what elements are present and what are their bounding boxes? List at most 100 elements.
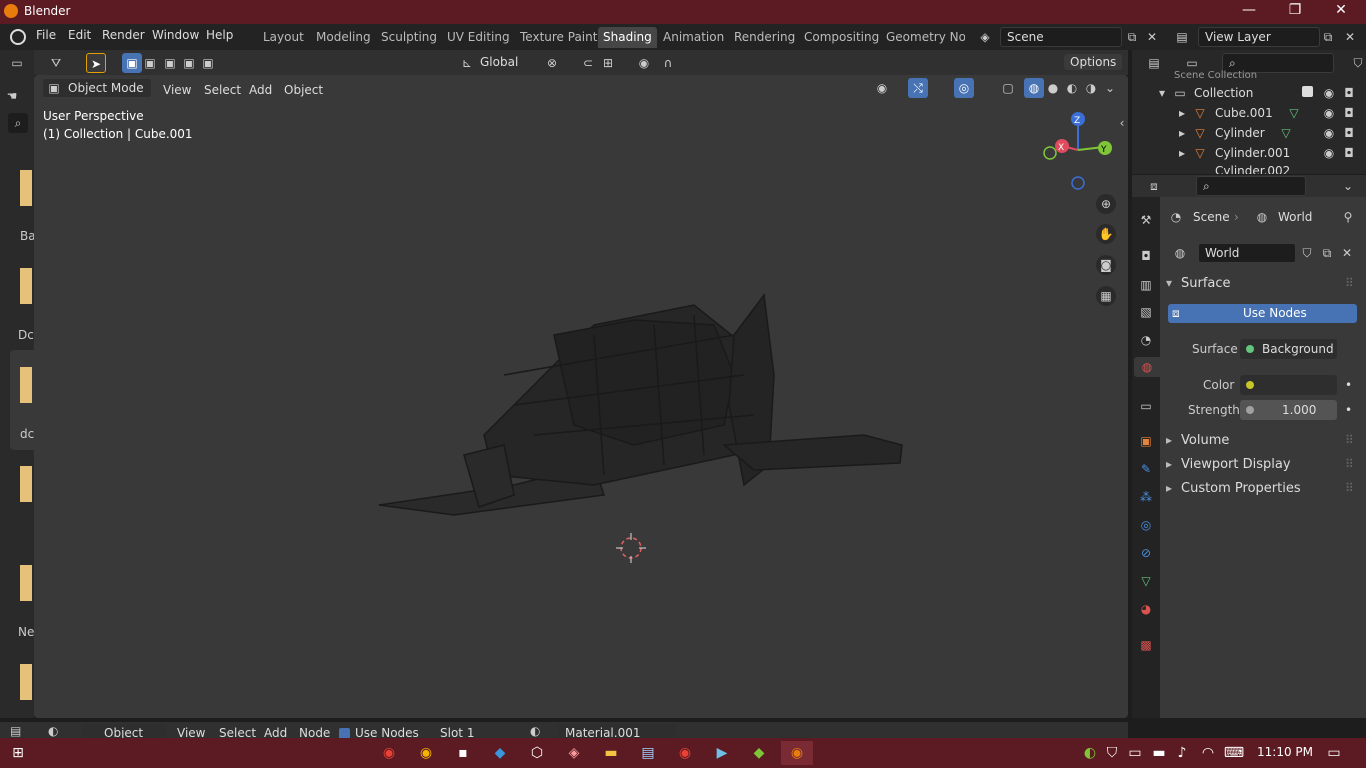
expand-icon[interactable]: ▸ bbox=[1166, 481, 1172, 495]
app-icon[interactable]: ◈ bbox=[562, 741, 586, 765]
maximize-button[interactable]: ❐ bbox=[1272, 2, 1318, 22]
visibility-icon[interactable]: ◉ bbox=[872, 78, 892, 98]
expand-icon[interactable]: ▸ bbox=[1166, 433, 1172, 447]
notification-icon[interactable]: ▭ bbox=[1322, 741, 1346, 765]
outliner-item[interactable]: Cylinder.001 bbox=[1215, 146, 1290, 160]
delete-view-layer-icon[interactable]: ✕ bbox=[1340, 27, 1360, 47]
shading-solid-icon[interactable]: ● bbox=[1043, 78, 1063, 98]
tab-animation[interactable]: Animation bbox=[658, 27, 729, 48]
tool-icon[interactable]: ☚ bbox=[2, 86, 22, 106]
select-subtract-icon[interactable]: ▣ bbox=[160, 53, 180, 73]
menu-edit[interactable]: Edit bbox=[68, 28, 91, 42]
viewport-menu-select[interactable]: Select bbox=[199, 81, 246, 99]
3d-viewport[interactable]: Z Y X User Perspective (1) Collection | … bbox=[34, 75, 1128, 718]
gizmo-toggle-icon[interactable]: ⤭ bbox=[908, 78, 928, 98]
use-nodes-checkbox[interactable] bbox=[339, 728, 350, 738]
node-menu-add[interactable]: Add bbox=[264, 726, 287, 738]
volume-panel-header[interactable]: Volume bbox=[1181, 433, 1229, 448]
terminal-icon[interactable]: ▪ bbox=[451, 741, 475, 765]
tab-modeling[interactable]: Modeling bbox=[311, 27, 376, 48]
options-dropdown[interactable]: Options bbox=[1064, 54, 1123, 70]
outliner-item[interactable]: Cylinder.002 bbox=[1215, 164, 1290, 174]
overlay-toggle-icon[interactable]: ◎ bbox=[954, 78, 974, 98]
blender-menu-icon[interactable] bbox=[10, 29, 26, 45]
surface-panel-header[interactable]: Surface bbox=[1181, 276, 1231, 291]
node-editor-type-icon[interactable]: ◐ bbox=[48, 724, 58, 738]
minimize-button[interactable]: — bbox=[1226, 2, 1272, 22]
keyframe-dot-icon[interactable]: • bbox=[1345, 403, 1352, 417]
menu-help[interactable]: Help bbox=[206, 28, 233, 42]
drag-handle-icon[interactable]: ⠿ bbox=[1345, 276, 1354, 290]
unlink-world-icon[interactable]: ✕ bbox=[1337, 243, 1357, 263]
close-button[interactable]: ✕ bbox=[1318, 2, 1364, 22]
xray-toggle-icon[interactable]: ▢ bbox=[998, 78, 1018, 98]
shading-wireframe-icon[interactable]: ◍ bbox=[1024, 78, 1044, 98]
properties-search-field[interactable]: ⌕ bbox=[1196, 176, 1306, 196]
camera-icon[interactable]: ◘ bbox=[1339, 103, 1359, 123]
particles-props-icon[interactable]: ⁂ bbox=[1136, 487, 1156, 507]
outliner-item[interactable]: Cube.001 bbox=[1215, 106, 1273, 120]
select-extend-icon[interactable]: ▣ bbox=[140, 53, 160, 73]
drag-handle-icon[interactable]: ⠿ bbox=[1345, 433, 1354, 447]
proportional-edit-icon[interactable]: ◉ bbox=[634, 53, 654, 73]
editor-type-icon[interactable]: ⛛ bbox=[46, 53, 66, 73]
tray-app-icon[interactable]: ◐ bbox=[1078, 741, 1102, 765]
collection-checkbox[interactable] bbox=[1302, 86, 1313, 97]
eye-icon[interactable]: ◉ bbox=[1319, 143, 1339, 163]
scene-name-field[interactable]: Scene bbox=[1000, 27, 1122, 47]
delete-scene-icon[interactable]: ✕ bbox=[1142, 27, 1162, 47]
orientation-dropdown[interactable]: Global bbox=[480, 55, 518, 69]
file-thumb[interactable] bbox=[20, 664, 32, 700]
viewport-display-panel-header[interactable]: Viewport Display bbox=[1181, 457, 1291, 472]
texture-props-icon[interactable]: ▩ bbox=[1136, 635, 1156, 655]
gizmo-neg-z-icon[interactable] bbox=[1071, 176, 1085, 190]
file-thumb[interactable] bbox=[20, 170, 32, 206]
keyboard-icon[interactable]: ⌨ bbox=[1222, 741, 1246, 765]
node-menu-select[interactable]: Select bbox=[219, 726, 256, 738]
eye-icon[interactable]: ◉ bbox=[1319, 83, 1339, 103]
physics-props-icon[interactable]: ◎ bbox=[1136, 515, 1156, 535]
tab-texture-paint[interactable]: Texture Paint bbox=[515, 27, 602, 48]
node-menu-view[interactable]: View bbox=[177, 726, 205, 738]
scene-selector-icon[interactable]: ◈ bbox=[975, 27, 995, 47]
material-browse-icon[interactable]: ◐ bbox=[530, 724, 540, 738]
filter-icon[interactable]: ⛉ bbox=[1348, 53, 1366, 73]
collection-props-icon[interactable]: ▭ bbox=[1136, 396, 1156, 416]
world-browse-icon[interactable]: ◍ bbox=[1170, 243, 1190, 263]
shading-material-icon[interactable]: ◐ bbox=[1062, 78, 1082, 98]
viewport-menu-object[interactable]: Object bbox=[279, 81, 328, 99]
viewport-menu-add[interactable]: Add bbox=[244, 81, 277, 99]
wifi-icon[interactable]: ◠ bbox=[1196, 741, 1220, 765]
orientation-icon[interactable]: ⊾ bbox=[457, 53, 477, 73]
fake-user-icon[interactable]: ⛉ bbox=[1297, 243, 1317, 263]
file-thumb[interactable] bbox=[20, 466, 32, 502]
clock[interactable]: 11:10 PM bbox=[1257, 745, 1313, 759]
drag-handle-icon[interactable]: ⠿ bbox=[1345, 457, 1354, 471]
expand-icon[interactable]: ▸ bbox=[1172, 143, 1192, 163]
material-props-icon[interactable]: ◕ bbox=[1136, 599, 1156, 619]
snap-icon[interactable]: ⊂ bbox=[578, 53, 598, 73]
notepad-icon[interactable]: ▤ bbox=[636, 741, 660, 765]
expand-icon[interactable]: ▸ bbox=[1166, 457, 1172, 471]
navigation-gizmo[interactable]: Z Y X bbox=[1043, 112, 1112, 190]
menu-window[interactable]: Window bbox=[152, 28, 199, 42]
editor-type-icon[interactable]: ▤ bbox=[10, 724, 21, 738]
view-layer-icon[interactable]: ▤ bbox=[1172, 27, 1192, 47]
slot-dropdown[interactable]: Slot 1 bbox=[440, 726, 474, 738]
menu-render[interactable]: Render bbox=[102, 28, 145, 42]
viewport-menu-view[interactable]: View bbox=[158, 81, 196, 99]
eye-icon[interactable]: ◉ bbox=[1319, 103, 1339, 123]
tab-uv-editing[interactable]: UV Editing bbox=[442, 27, 515, 48]
new-world-icon[interactable]: ⧉ bbox=[1317, 243, 1337, 263]
world-name-field[interactable]: World bbox=[1198, 243, 1296, 263]
render-props-icon[interactable]: ◘ bbox=[1136, 246, 1156, 266]
chrome-icon[interactable]: ◉ bbox=[414, 741, 438, 765]
tab-layout[interactable]: Layout bbox=[258, 27, 309, 48]
tab-compositing[interactable]: Compositing bbox=[799, 27, 884, 48]
vscode-icon[interactable]: ◆ bbox=[488, 741, 512, 765]
file-browser-icon[interactable]: ▭ bbox=[7, 53, 27, 73]
battery-icon[interactable]: ▬ bbox=[1147, 741, 1171, 765]
world-props-icon[interactable]: ◍ bbox=[1134, 357, 1160, 377]
file-thumb[interactable] bbox=[20, 367, 32, 403]
blender-taskbar-icon[interactable]: ◉ bbox=[781, 741, 813, 765]
